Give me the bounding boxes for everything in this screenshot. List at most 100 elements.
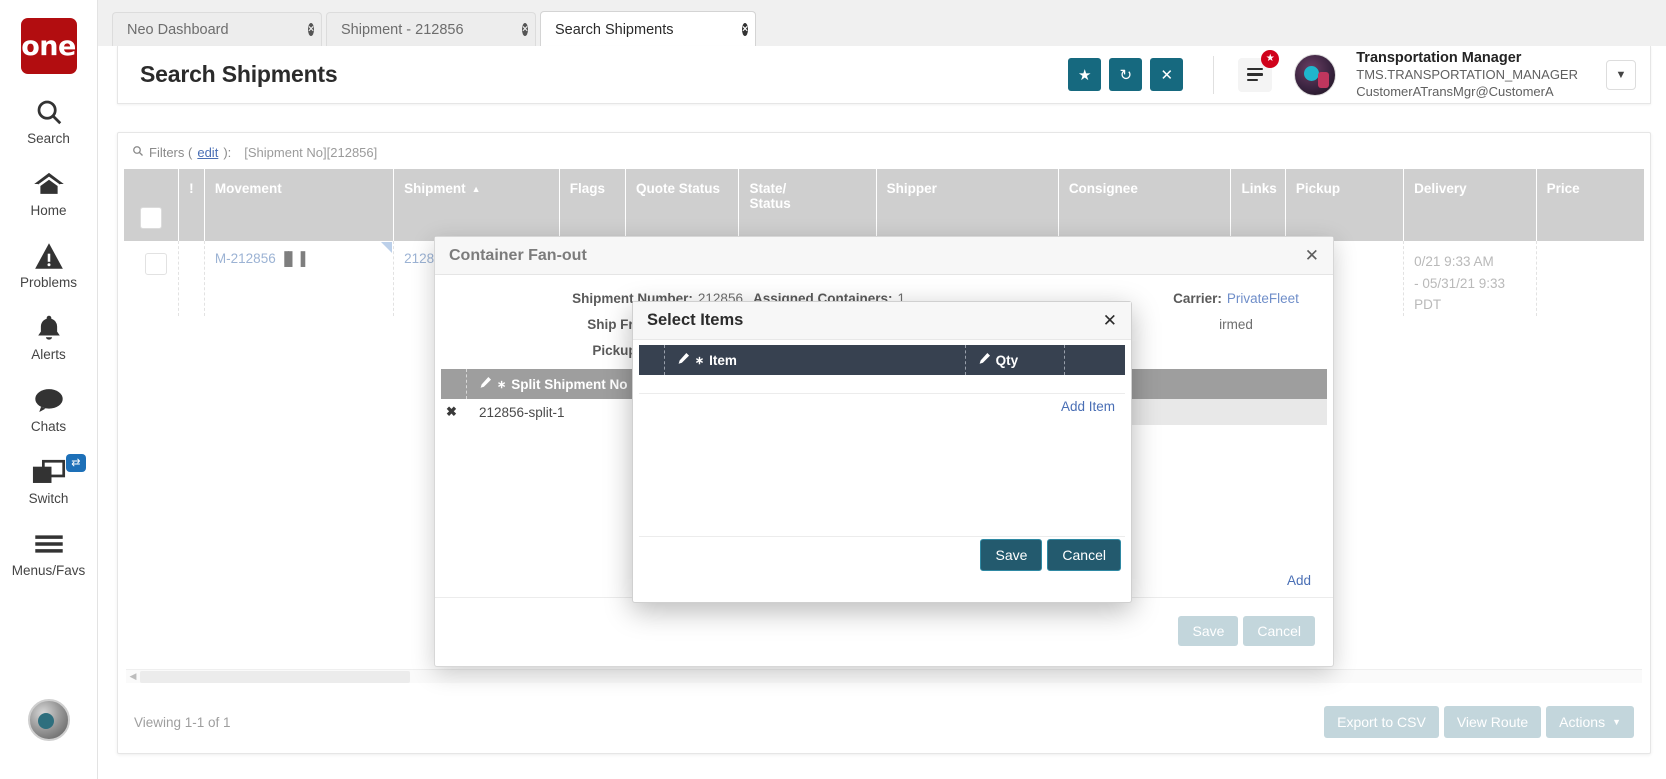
sidebar-item-label: Switch (29, 491, 69, 506)
star-icon: ★ (1078, 66, 1091, 84)
scroll-left-arrow-icon[interactable]: ◀ (126, 671, 140, 682)
required-indicator: ∗ (695, 354, 704, 367)
sidebar-item-chats[interactable]: Chats (0, 384, 98, 434)
column-header-shipment[interactable]: Shipment▲ (394, 169, 560, 241)
column-header-state-status[interactable]: State/Status (739, 169, 876, 241)
column-header-shipper[interactable]: Shipper (876, 169, 1058, 241)
row-movement-cell[interactable]: M-212856 ▐▌▐ (204, 241, 393, 316)
close-glyph: × (522, 23, 528, 36)
barcode-icon: ▐▌▐ (280, 251, 305, 266)
sidebar-item-menus-favs[interactable]: Menus/Favs (0, 528, 98, 578)
close-icon[interactable]: ✕ (1103, 312, 1117, 329)
select-items-modal: Select Items ✕ ∗ Item Qty (632, 301, 1132, 603)
refresh-button[interactable]: ↻ (1109, 58, 1142, 91)
column-header-delivery[interactable]: Delivery (1404, 169, 1536, 241)
si-spacer-column (639, 345, 665, 375)
column-header-quote-status[interactable]: Quote Status (625, 169, 739, 241)
chat-bubble-icon (33, 384, 65, 416)
sidebar-item-label: Alerts (31, 347, 66, 362)
brand-logo[interactable]: one (21, 18, 77, 74)
windows-stack-icon (32, 456, 66, 488)
select-all-checkbox[interactable] (140, 207, 162, 229)
search-icon (132, 145, 144, 160)
fanout-save-button[interactable]: Save (1178, 616, 1238, 646)
rail-avatar[interactable] (28, 699, 70, 741)
bell-icon (35, 312, 63, 344)
close-icon[interactable]: × (503, 23, 525, 37)
row-exclamation-cell (178, 241, 204, 316)
actions-button[interactable]: Actions ▼ (1546, 706, 1634, 738)
column-header-price[interactable]: Price (1536, 169, 1644, 241)
edit-pencil-icon (677, 352, 690, 368)
tab-label: Shipment - 212856 (341, 22, 464, 38)
fanout-cancel-button[interactable]: Cancel (1243, 616, 1315, 646)
tab-neo-dashboard[interactable]: Neo Dashboard × (112, 12, 322, 46)
close-icon[interactable]: ✕ (1305, 247, 1319, 264)
column-header-flags[interactable]: Flags (559, 169, 625, 241)
select-items-save-button[interactable]: Save (980, 539, 1042, 571)
refresh-icon: ↻ (1119, 66, 1132, 84)
delete-row-icon[interactable]: ✖ (446, 404, 457, 420)
scrollbar-thumb[interactable] (140, 671, 410, 683)
export-to-csv-button[interactable]: Export to CSV (1324, 706, 1439, 738)
select-items-body: ∗ Item Qty Add Item Save (633, 345, 1131, 573)
page-header: Search Shipments ★ ↻ ✕ ★ Transportation … (117, 46, 1651, 104)
select-items-table-header: ∗ Item Qty (639, 345, 1125, 375)
fanout-add-row-link[interactable]: Add (1287, 572, 1311, 590)
column-header-qty[interactable]: Qty (966, 345, 1066, 375)
user-menu-chevron-down-icon[interactable]: ▼ (1606, 60, 1636, 90)
hamburger-icon (33, 528, 65, 560)
user-username: TMS.TRANSPORTATION_MANAGER (1356, 67, 1578, 83)
button-label: Cancel (1062, 547, 1106, 563)
tab-bar: Neo Dashboard × Shipment - 212856 × Sear… (98, 0, 1666, 46)
add-item-link[interactable]: Add Item (1061, 399, 1115, 414)
column-header-consignee[interactable]: Consignee (1058, 169, 1231, 241)
sidebar-item-alerts[interactable]: Alerts (0, 312, 98, 362)
select-all-header[interactable] (124, 169, 178, 241)
sidebar-item-label: Chats (31, 419, 66, 434)
select-items-cancel-button[interactable]: Cancel (1047, 539, 1121, 571)
sort-ascending-icon: ▲ (472, 184, 481, 194)
row-select-cell[interactable] (124, 241, 178, 316)
sidebar-item-switch[interactable]: ⇄ Switch (0, 456, 98, 506)
horizontal-scrollbar[interactable]: ◀ (126, 669, 1642, 683)
row-checkbox[interactable] (145, 253, 167, 275)
close-icon[interactable]: × (289, 23, 311, 37)
column-header-item[interactable]: ∗ Item (665, 345, 966, 375)
button-label: Save (995, 547, 1027, 563)
field-label: Carrier: (1173, 291, 1222, 306)
required-indicator: ∗ (497, 378, 506, 391)
switch-badge[interactable]: ⇄ (66, 454, 85, 472)
column-header-split-shipment-no[interactable]: ∗ Split Shipment No (467, 369, 653, 399)
movement-link[interactable]: M-212856 (215, 251, 276, 266)
table-header-row: ! Movement Shipment▲ Flags Quote Status … (124, 169, 1644, 241)
view-route-button[interactable]: View Route (1444, 706, 1541, 738)
column-header-exclamation[interactable]: ! (178, 169, 204, 241)
carrier-link[interactable]: PrivateFleet (1227, 291, 1299, 306)
field-value: irmed (1219, 317, 1253, 332)
close-page-button[interactable]: ✕ (1150, 58, 1183, 91)
notification-badge: ★ (1261, 50, 1279, 68)
sidebar-item-label: Menus/Favs (12, 563, 86, 578)
notifications-menu-button[interactable]: ★ (1238, 58, 1272, 92)
row-delivery-cell: 0/21 9:33 AM - 05/31/21 9:33 PDT (1404, 241, 1536, 316)
split-delete-column (441, 369, 467, 399)
favorite-button[interactable]: ★ (1068, 58, 1101, 91)
select-items-header: Select Items ✕ (633, 302, 1131, 340)
chevron-down-icon: ▼ (1612, 717, 1621, 727)
avatar[interactable] (1294, 54, 1336, 96)
filters-edit-link[interactable]: edit (197, 145, 218, 160)
si-trailing-column (1065, 345, 1125, 375)
sidebar-item-home[interactable]: Home (0, 168, 98, 218)
delivery-line-2: - 05/31/21 9:33 (1414, 273, 1535, 295)
tab-shipment-212856[interactable]: Shipment - 212856 × (326, 12, 536, 46)
split-shipment-no-value[interactable]: 212856-split-1 (479, 405, 565, 420)
header-actions: ★ ↻ ✕ ★ Transportation Manager TMS.TRANS… (1068, 49, 1650, 100)
close-icon[interactable]: × (723, 23, 745, 37)
column-header-movement[interactable]: Movement (204, 169, 393, 241)
tab-search-shipments[interactable]: Search Shipments × (540, 11, 756, 47)
sidebar-item-search[interactable]: Search (0, 96, 98, 146)
sidebar-item-problems[interactable]: Problems (0, 240, 98, 290)
column-header-links[interactable]: Links (1231, 169, 1285, 241)
column-header-pickup[interactable]: Pickup (1285, 169, 1403, 241)
